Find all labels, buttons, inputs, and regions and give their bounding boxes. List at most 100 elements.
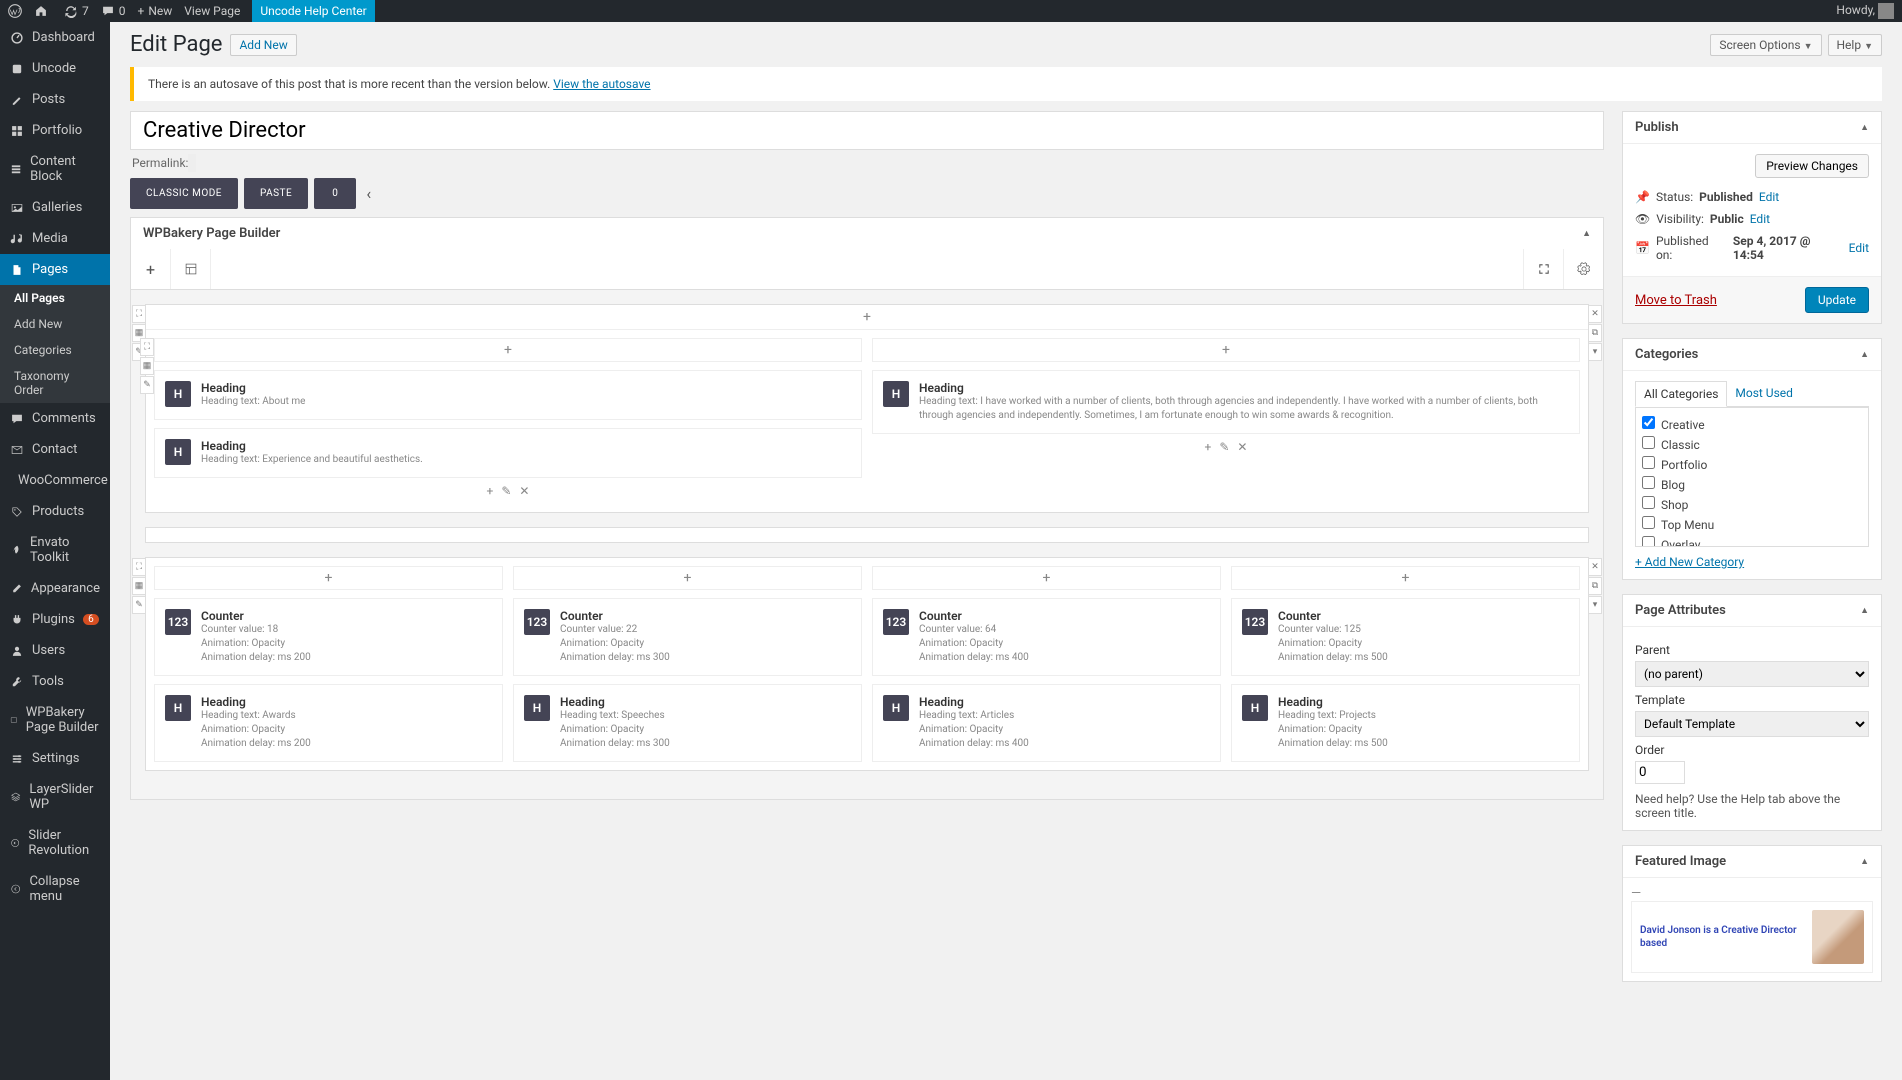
heading-element[interactable]: H HeadingHeading text: AwardsAnimation: … [154, 684, 503, 762]
sidebar-item-layerslider[interactable]: LayerSlider WP [0, 774, 110, 820]
publish-metabox-header[interactable]: Publish▲ [1623, 112, 1881, 144]
row-clone-icon[interactable]: ⧉ [1588, 577, 1602, 595]
edit-date-link[interactable]: Edit [1849, 241, 1869, 255]
featured-image-metabox-header[interactable]: Featured Image▲ [1623, 846, 1881, 878]
paste-button[interactable]: PASTE [244, 178, 308, 209]
sidebar-item-galleries[interactable]: Galleries [0, 192, 110, 223]
edit-visibility-link[interactable]: Edit [1750, 212, 1770, 226]
col-add-icon[interactable]: + [872, 566, 1221, 590]
undo-count-button[interactable]: 0 [314, 178, 356, 209]
new-item[interactable]: + New [138, 4, 173, 18]
wp-logo-icon[interactable] [8, 4, 22, 18]
fullscreen-icon[interactable] [1523, 249, 1563, 289]
sidebar-item-appearance[interactable]: Appearance [0, 573, 110, 604]
sidebar-item-media[interactable]: Media [0, 223, 110, 254]
categories-metabox-header[interactable]: Categories▲ [1623, 339, 1881, 371]
sidebar-item-portfolio[interactable]: Portfolio [0, 115, 110, 146]
counter-element[interactable]: 123 CounterCounter value: 18Animation: O… [154, 598, 503, 676]
sidebar-item-settings[interactable]: Settings [0, 743, 110, 774]
heading-element[interactable]: H Heading Heading text: Experience and b… [154, 428, 862, 478]
tab-most-used[interactable]: Most Used [1727, 381, 1801, 406]
counter-element[interactable]: 123 CounterCounter value: 22Animation: O… [513, 598, 862, 676]
sidebar-item-tools[interactable]: Tools [0, 666, 110, 697]
col-edit-icon[interactable]: ✎ [140, 376, 154, 394]
row-toggle-icon[interactable]: ▾ [1588, 596, 1602, 614]
add-new-category-link[interactable]: + Add New Category [1635, 555, 1744, 569]
page-attributes-metabox-header[interactable]: Page Attributes▲ [1623, 595, 1881, 627]
edit-icon[interactable]: ✎ [1219, 440, 1229, 454]
updates-item[interactable]: 7 [64, 4, 89, 18]
sidebar-item-posts[interactable]: Posts [0, 84, 110, 115]
delete-icon[interactable]: ✕ [1237, 440, 1247, 454]
row-move-icon[interactable]: ⛶ [132, 558, 146, 576]
view-autosave-link[interactable]: View the autosave [553, 77, 650, 91]
add-new-button[interactable]: Add New [230, 34, 296, 56]
sidebar-item-plugins[interactable]: Plugins6 [0, 604, 110, 635]
col-add-icon[interactable]: + [1231, 566, 1580, 590]
heading-element[interactable]: H HeadingHeading text: ArticlesAnimation… [872, 684, 1221, 762]
permalink-url[interactable] [188, 154, 196, 172]
sidebar-item-content-block[interactable]: Content Block [0, 146, 110, 192]
cat-creative-checkbox[interactable] [1642, 416, 1655, 429]
tab-all-categories[interactable]: All Categories [1635, 381, 1727, 407]
screen-options-button[interactable]: Screen Options ▼ [1710, 34, 1821, 56]
move-to-trash-link[interactable]: Move to Trash [1635, 293, 1717, 308]
cat-overlay-checkbox[interactable] [1642, 536, 1655, 547]
cat-topmenu-checkbox[interactable] [1642, 516, 1655, 529]
howdy-text[interactable]: Howdy, [1836, 3, 1894, 19]
col-move-icon[interactable]: ⛶ [140, 338, 154, 356]
cat-classic-checkbox[interactable] [1642, 436, 1655, 449]
heading-element[interactable]: H HeadingHeading text: ProjectsAnimation… [1231, 684, 1580, 762]
sidebar-item-slider-rev[interactable]: Slider Revolution [0, 820, 110, 866]
heading-element[interactable]: H Heading Heading text: About me [154, 370, 862, 420]
col-cols-icon[interactable]: ▦ [140, 357, 154, 375]
chevron-left-icon[interactable]: ‹ [362, 184, 375, 203]
col-add-icon[interactable]: + [154, 566, 503, 590]
col-add-icon[interactable]: + [872, 338, 1580, 362]
sidebar-sub-add-new[interactable]: Add New [0, 311, 110, 337]
col-add-icon[interactable]: + [154, 338, 862, 362]
col-add-icon[interactable]: + [513, 566, 862, 590]
order-input[interactable] [1635, 761, 1685, 784]
edit-status-link[interactable]: Edit [1759, 190, 1779, 204]
sidebar-item-contact[interactable]: Contact [0, 434, 110, 465]
sidebar-item-dashboard[interactable]: Dashboard [0, 22, 110, 53]
update-button[interactable]: Update [1805, 287, 1869, 313]
sidebar-item-wpbakery[interactable]: WPBakery Page Builder [0, 697, 110, 743]
cat-blog-checkbox[interactable] [1642, 476, 1655, 489]
help-button[interactable]: Help ▼ [1828, 34, 1883, 56]
sidebar-sub-all-pages[interactable]: All Pages [0, 285, 110, 311]
cat-shop-checkbox[interactable] [1642, 496, 1655, 509]
template-select[interactable]: Default Template [1635, 711, 1869, 737]
add-icon[interactable]: + [487, 484, 494, 498]
sidebar-item-products[interactable]: Products [0, 496, 110, 527]
sidebar-item-collapse[interactable]: Collapse menu [0, 866, 110, 912]
sidebar-item-woocommerce[interactable]: WooCommerce [0, 465, 110, 496]
sidebar-item-envato[interactable]: Envato Toolkit [0, 527, 110, 573]
featured-minus-icon[interactable]: — [1631, 886, 1873, 901]
row-toggle-icon[interactable]: ▾ [1588, 343, 1602, 361]
gear-icon[interactable] [1563, 249, 1603, 289]
view-page-link[interactable]: View Page [184, 4, 240, 18]
row-delete-icon[interactable]: ✕ [1588, 558, 1602, 576]
sidebar-sub-taxonomy[interactable]: Taxonomy Order [0, 363, 110, 403]
row-move-icon[interactable]: ⛶ [132, 305, 146, 323]
edit-icon[interactable]: ✎ [501, 484, 511, 498]
sidebar-item-uncode[interactable]: Uncode [0, 53, 110, 84]
featured-image-thumb[interactable]: David Jonson is a Creative Director base… [1631, 901, 1873, 973]
sidebar-item-users[interactable]: Users [0, 635, 110, 666]
preview-changes-button[interactable]: Preview Changes [1755, 154, 1869, 178]
counter-element[interactable]: 123 CounterCounter value: 64Animation: O… [872, 598, 1221, 676]
row-delete-icon[interactable]: ✕ [1588, 305, 1602, 323]
page-title-input[interactable] [130, 111, 1604, 150]
comments-item[interactable]: 0 [101, 4, 126, 18]
sidebar-item-pages[interactable]: Pages [0, 254, 110, 285]
row-cols-icon[interactable]: ▦ [132, 577, 146, 595]
classic-mode-button[interactable]: CLASSIC MODE [130, 178, 238, 209]
counter-element[interactable]: 123 CounterCounter value: 125Animation: … [1231, 598, 1580, 676]
row-edit-icon[interactable]: ✎ [132, 596, 146, 614]
sidebar-item-comments[interactable]: Comments [0, 403, 110, 434]
add-icon[interactable]: + [1205, 440, 1212, 454]
row-clone-icon[interactable]: ⧉ [1588, 324, 1602, 342]
delete-icon[interactable]: ✕ [519, 484, 529, 498]
